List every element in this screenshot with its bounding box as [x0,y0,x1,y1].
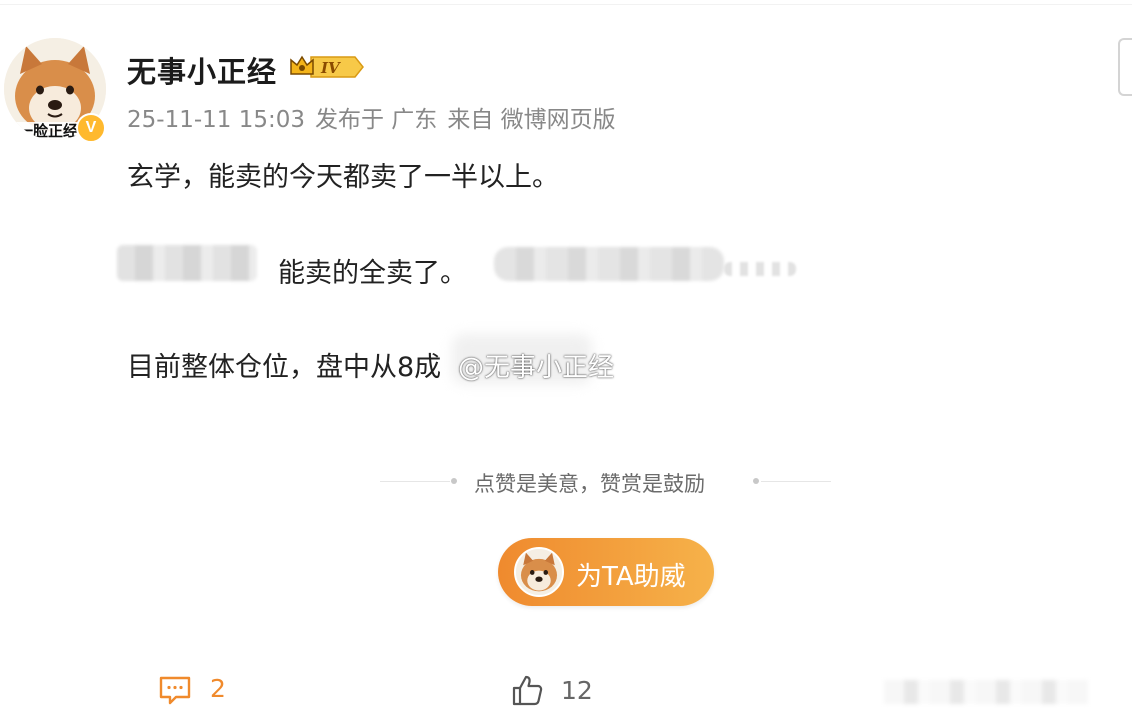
post-source[interactable]: 来自 微博网页版 [447,107,615,133]
avatar-caption: 一脸正经 [18,122,78,140]
support-button-label: 为TA助威 [576,562,686,592]
comment-icon[interactable] [159,676,191,710]
top-divider [0,4,1132,5]
support-avatar [514,547,564,597]
redacted-text [724,262,796,276]
level-text: IV [320,59,341,77]
side-panel-handle[interactable] [1118,38,1132,96]
post-location: 发布于 广东 [315,107,438,133]
divider-dot [451,478,457,484]
reward-prompt: 点赞是美意，赞赏是鼓励 [474,472,705,496]
post-paragraph-3: 目前整体仓位，盘中从8成 [127,352,442,383]
username[interactable]: 无事小正经 [127,49,277,91]
post-meta: 25-11-11 15:03 发布于 广东 来自 微博网页版 [127,100,626,134]
verified-badge-icon: V [76,113,106,143]
crown-level-icon[interactable]: IV [289,54,365,80]
post-paragraph-1: 玄学，能卖的今天都卖了一半以上。 [127,162,559,193]
like-count[interactable]: 12 [561,676,593,705]
divider-dot [753,478,759,484]
divider-line [380,481,450,482]
shiba-avatar-icon [516,549,562,595]
support-button[interactable]: 为TA助威 [498,538,714,606]
post-paragraph-2: 能卖的全卖了。 [278,258,467,289]
divider-line [761,481,831,482]
redacted-footer-action [884,680,1088,704]
post-timestamp[interactable]: 25-11-11 15:03 [127,107,305,133]
image-watermark: @无事小正经 [458,353,615,383]
thumbs-up-icon[interactable] [511,674,543,710]
redacted-text [117,245,257,281]
redacted-text [494,247,724,281]
comment-count[interactable]: 2 [210,674,226,703]
